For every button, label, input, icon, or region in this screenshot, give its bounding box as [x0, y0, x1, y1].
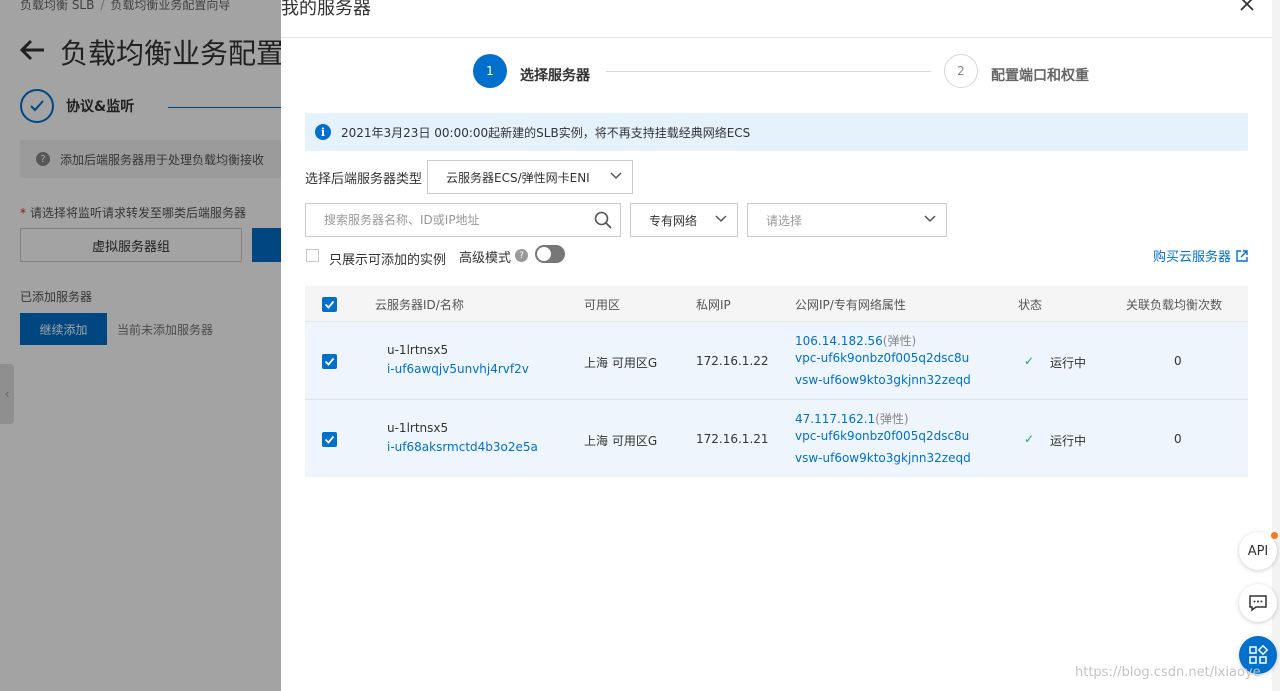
options-row: 只展示可添加的实例 高级模式 ? 购买云服务器 [305, 244, 1248, 268]
drawer-header: 我的服务器 [281, 0, 1273, 38]
public-ip: 106.14.182.56(弹性) [795, 332, 916, 349]
step-2-indicator: 2 [944, 54, 978, 88]
vswitch-link[interactable]: vsw-uf6ow9kto3gkjnn32zeqd [795, 373, 971, 387]
step-connector [606, 71, 931, 72]
vpc-link[interactable]: vpc-uf6k9onbz0f005q2dsc8u [795, 351, 969, 365]
only-addable-label[interactable]: 只展示可添加的实例 [329, 249, 446, 268]
public-ip-link[interactable]: 47.117.162.1 [795, 412, 875, 426]
server-type-value: 云服务器ECS/弹性网卡ENI [446, 170, 590, 185]
info-banner: i 2021年3月23日 00:00:00起新建的SLB实例，将不再支持挂载经典… [305, 113, 1248, 151]
chevron-down-icon [610, 172, 622, 180]
search-icon[interactable] [594, 211, 612, 229]
advanced-mode-toggle[interactable] [535, 245, 565, 263]
wizard-steps: 1 选择服务器 2 配置端口和权重 [473, 54, 1113, 90]
buy-server-link[interactable]: 购买云服务器 [1153, 246, 1248, 265]
search-field[interactable] [305, 203, 621, 237]
status-text: 运行中 [1050, 434, 1087, 448]
column-header: 关联负载均衡次数 [1126, 298, 1223, 312]
row-checkbox[interactable] [322, 354, 337, 369]
network-type-value: 专有网络 [649, 213, 698, 228]
chevron-down-icon [715, 215, 727, 223]
only-addable-checkbox[interactable] [306, 249, 319, 262]
check-icon [324, 357, 335, 366]
private-ip: 172.16.1.21 [696, 432, 769, 446]
server-name: u-1lrtnsx5 [387, 421, 449, 435]
network-type-select[interactable]: 专有网络 [630, 203, 738, 237]
help-icon[interactable]: ? [515, 249, 528, 262]
chat-icon[interactable] [1239, 584, 1277, 622]
step-1-indicator: 1 [473, 54, 507, 88]
ip-tag: (弹性) [882, 334, 917, 348]
lb-count: 0 [1174, 354, 1182, 368]
step-1-label: 选择服务器 [520, 68, 590, 84]
info-text: 2021年3月23日 00:00:00起新建的SLB实例，将不再支持挂载经典网络… [341, 125, 751, 140]
check-icon [324, 300, 335, 309]
table-row[interactable]: u-1lrtnsx5 i-uf68aksrmctd4b3o2e5a 上海 可用区… [305, 399, 1248, 477]
scrollbar[interactable] [1272, 0, 1280, 691]
vpc-link[interactable]: vpc-uf6k9onbz0f005q2dsc8u [795, 429, 969, 443]
column-header: 状态 [1018, 298, 1043, 312]
watermark: https://blog.csdn.net/lxiaoye [1075, 665, 1261, 680]
table-row[interactable]: u-1lrtnsx5 i-uf6awqjv5unvhj4rvf2v 上海 可用区… [305, 321, 1248, 399]
search-input[interactable] [324, 213, 574, 227]
column-header: 可用区 [584, 298, 621, 312]
status-text: 运行中 [1050, 356, 1087, 370]
ip-tag: (弹性) [875, 412, 909, 426]
column-header: 公网IP/专有网络属性 [795, 298, 906, 312]
table-header: 云服务器ID/名称 可用区 私网IP 公网IP/专有网络属性 状态 关联负载均衡… [305, 286, 1248, 321]
check-icon: ✓ [1024, 432, 1035, 446]
buy-server-label: 购买云服务器 [1152, 250, 1231, 265]
drawer-title: 我的服务器 [281, 0, 371, 19]
server-id-link[interactable]: i-uf6awqjv5unvhj4rvf2v [387, 362, 529, 376]
column-header: 云服务器ID/名称 [375, 298, 464, 312]
column-header: 私网IP [696, 298, 731, 312]
lb-count: 0 [1174, 432, 1182, 446]
my-servers-drawer: 我的服务器 1 选择服务器 2 配置端口和权重 i 2021年3月23日 00:… [281, 0, 1280, 691]
info-icon: i [315, 124, 331, 140]
public-ip: 47.117.162.1(弹性) [795, 410, 909, 427]
notification-dot [1271, 532, 1278, 539]
server-type-select[interactable]: 云服务器ECS/弹性网卡ENI [427, 160, 633, 194]
row-checkbox[interactable] [322, 432, 337, 447]
server-table: 云服务器ID/名称 可用区 私网IP 公网IP/专有网络属性 状态 关联负载均衡… [305, 286, 1248, 477]
server-type-label: 选择后端服务器类型 [305, 172, 423, 187]
step-2-label: 配置端口和权重 [991, 68, 1089, 84]
check-icon: ✓ [1024, 354, 1035, 368]
vpc-select[interactable]: 请选择 [747, 203, 947, 237]
public-ip-link[interactable]: 106.14.182.56 [795, 334, 883, 348]
advanced-mode-label: 高级模式 [459, 251, 512, 266]
zone: 上海 可用区G [584, 434, 658, 448]
external-link-icon [1236, 249, 1248, 262]
vpc-placeholder: 请选择 [766, 213, 803, 228]
close-icon[interactable] [1239, 0, 1255, 12]
select-all-checkbox[interactable] [322, 297, 337, 312]
zone: 上海 可用区G [584, 356, 658, 370]
check-icon [324, 435, 335, 444]
server-name: u-1lrtnsx5 [387, 343, 449, 357]
vswitch-link[interactable]: vsw-uf6ow9kto3gkjnn32zeqd [795, 451, 971, 465]
server-id-link[interactable]: i-uf68aksrmctd4b3o2e5a [387, 440, 538, 454]
chevron-down-icon [924, 215, 936, 223]
private-ip: 172.16.1.22 [696, 354, 769, 368]
